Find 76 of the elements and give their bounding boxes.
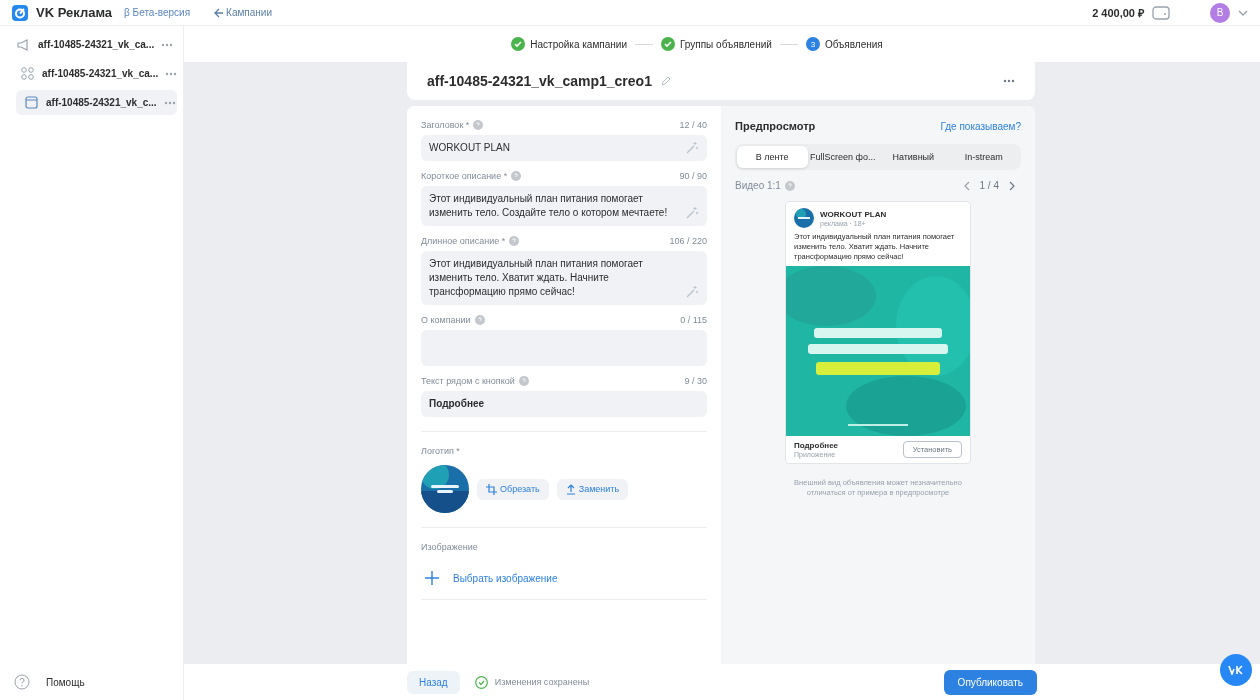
input-field[interactable]: Этот индивидуальный план питания помогает изменить тело. Создайте тело о котором мечтаете!: [421, 186, 707, 226]
check-circle-icon: [661, 37, 675, 51]
help-icon: [473, 120, 484, 130]
more-icon: [163, 100, 176, 105]
tab[interactable]: Нативный: [878, 146, 949, 168]
check-circle-icon: [474, 675, 488, 689]
input-field[interactable]: Этот индивидуальный план питания помогает изменить тело. Хватит ждать. Начните трансформацию прямо сейчас!: [421, 251, 707, 305]
char-counter: 106 / 220: [669, 236, 707, 246]
chevron-down-icon: [1238, 9, 1248, 16]
card-icon: [24, 95, 39, 110]
field-label: Короткое описание *: [421, 171, 508, 181]
more-icon: [1003, 79, 1015, 83]
chevron-left-icon: [963, 180, 970, 191]
char-counter: 0 / 115: [680, 315, 707, 325]
magic-wand-icon: [685, 285, 699, 299]
field-label: О компании: [421, 315, 471, 325]
help-icon: [474, 315, 485, 325]
help-icon: [511, 171, 522, 181]
input-field[interactable]: Подробнее: [421, 391, 707, 417]
crop-button[interactable]: Обрезать: [477, 478, 549, 500]
field-label: Логотип *: [421, 446, 461, 456]
input-field[interactable]: WORKOUT PLAN: [421, 135, 707, 161]
where-link[interactable]: Где показываем?: [940, 120, 1021, 132]
more-icon: [165, 71, 178, 76]
logo-icon: [12, 4, 28, 21]
field-label: Длинное описание *: [421, 236, 506, 246]
pencil-icon: [659, 75, 672, 87]
step-number: 3: [805, 37, 820, 51]
magic-wand-icon: [685, 206, 699, 220]
saved-status: Изменения сохранены: [494, 677, 590, 687]
sidebar-item[interactable]: aff-10485-24321_vk_ca...: [14, 61, 177, 86]
char-counter: 90 / 90: [679, 171, 707, 181]
plus-icon: [425, 571, 439, 585]
magic-wand-icon: [685, 141, 699, 155]
field-label: Изображение: [421, 542, 479, 552]
preview-title: Предпросмотр: [735, 120, 816, 132]
publish-button[interactable]: Опубликовать: [943, 669, 1037, 695]
wallet-icon: [1152, 5, 1170, 20]
help-icon: [784, 180, 795, 191]
sidebar-item[interactable]: aff-10485-24321_vk_c...: [16, 90, 177, 115]
format-label: Видео 1:1: [735, 180, 781, 191]
ad-name: WORKOUT PLAN: [820, 209, 887, 219]
ad-title: aff-10485-24321_vk_camp1_creo1: [427, 73, 652, 89]
step-label[interactable]: Объявления: [824, 38, 883, 50]
choose-image-link[interactable]: Выбрать изображение: [425, 571, 707, 585]
tab[interactable]: In-stream: [948, 146, 1019, 168]
help-link[interactable]: Помощь: [46, 676, 85, 688]
megaphone-icon: [16, 37, 31, 52]
tab[interactable]: В ленте: [737, 146, 808, 168]
char-counter: 9 / 30: [684, 376, 707, 386]
crop-icon: [486, 483, 497, 495]
help-icon: [518, 376, 529, 386]
beta-link[interactable]: β Бета-версия: [124, 7, 191, 18]
check-circle-icon: [511, 37, 526, 51]
help-icon: [509, 236, 520, 246]
more-icon: [161, 42, 174, 47]
field-label: Текст рядом с кнопкой: [421, 376, 515, 386]
tab[interactable]: FullScreen фо...: [807, 146, 878, 168]
char-counter: 12 / 40: [679, 120, 707, 130]
arrow-left-icon: [214, 7, 225, 18]
balance-amount: 2 400,00 ₽: [1092, 6, 1144, 20]
brand-name: VK Реклама: [36, 5, 113, 20]
chevron-right-icon: [1009, 180, 1015, 191]
cta-title: Подробнее: [794, 441, 839, 450]
replace-button[interactable]: Заменить: [556, 478, 629, 500]
help-icon: [14, 674, 30, 690]
back-button[interactable]: Назад: [407, 670, 460, 694]
field-label: Заголовок *: [421, 120, 470, 130]
page-counter: 1 / 4: [979, 180, 999, 191]
sidebar-item[interactable]: aff-10485-24321_vk_ca...: [10, 32, 177, 57]
upload-icon: [565, 483, 576, 495]
step-label[interactable]: Группы объявлений: [680, 38, 772, 50]
back-link[interactable]: Кампании: [214, 7, 273, 18]
grid-icon: [20, 66, 35, 81]
chat-icon: [1228, 665, 1244, 675]
step-label[interactable]: Настройка кампании: [530, 38, 627, 50]
